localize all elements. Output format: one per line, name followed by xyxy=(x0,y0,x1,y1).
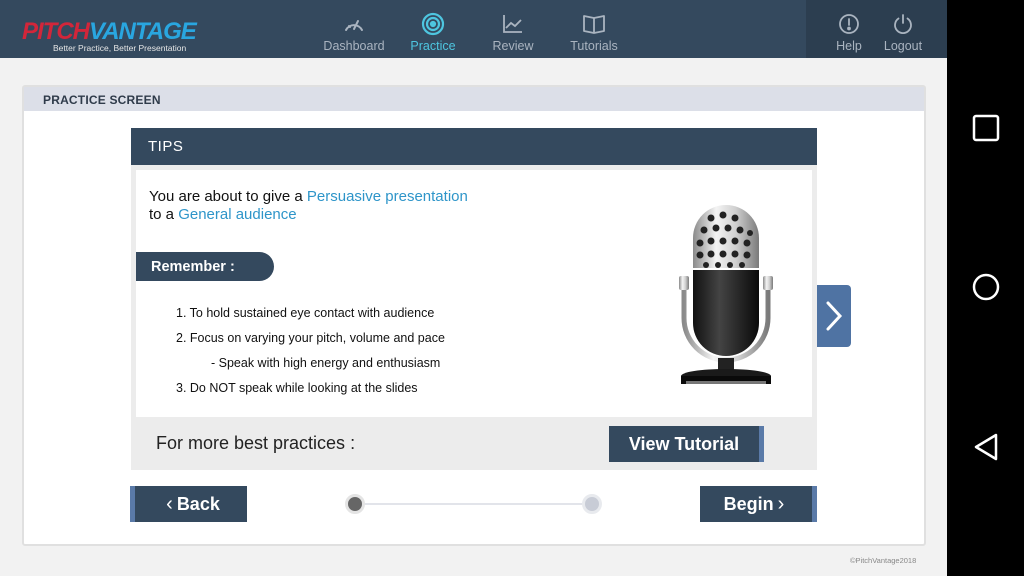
nav-tutorials[interactable]: Tutorials xyxy=(568,0,620,58)
tips-header: TIPS xyxy=(131,128,817,165)
power-icon xyxy=(891,12,915,36)
logout-button[interactable]: Logout xyxy=(882,0,924,58)
chevron-right-icon xyxy=(826,301,843,331)
panel-header: PRACTICE SCREEN xyxy=(24,87,924,111)
copyright: ©PitchVantage2018 xyxy=(850,556,917,565)
nav-dashboard[interactable]: Dashboard xyxy=(323,0,385,58)
step-indicator-current xyxy=(345,494,365,514)
remember-label: Remember : xyxy=(136,252,274,281)
home-icon[interactable] xyxy=(972,273,1000,301)
stepper-track xyxy=(355,503,592,505)
view-tutorial-button[interactable]: View Tutorial xyxy=(609,426,764,462)
tip-subitem: - Speak with high energy and enthusiasm xyxy=(211,356,441,370)
tips-list: 1. To hold sustained eye contact with au… xyxy=(176,306,445,406)
begin-button[interactable]: Begin › xyxy=(700,486,817,522)
back-button[interactable]: ‹ Back xyxy=(130,486,247,522)
nav-review[interactable]: Review xyxy=(490,0,536,58)
help-icon xyxy=(837,12,861,36)
header-utility-area xyxy=(806,0,947,58)
android-nav-bar xyxy=(947,0,1024,576)
next-tip-button[interactable] xyxy=(817,285,851,347)
more-practices-label: For more best practices : xyxy=(156,433,356,453)
tip-item: 3. Do NOT speak while looking at the sli… xyxy=(176,381,418,395)
app: PITCHVANTAGE Better Practice, Better Pre… xyxy=(0,0,947,576)
gauge-icon xyxy=(342,12,366,36)
audience-type: General audience xyxy=(178,206,297,223)
tips-title: TIPS xyxy=(148,138,184,155)
tip-item: 2. Focus on varying your pitch, volume a… xyxy=(176,331,445,345)
presentation-intro: You are about to give a Persuasive prese… xyxy=(149,188,468,223)
presentation-type: Persuasive presentation xyxy=(306,188,468,205)
chevron-left-icon: ‹ xyxy=(166,492,173,515)
book-icon xyxy=(582,12,606,36)
step-indicator-next xyxy=(582,494,602,514)
panel-title: PRACTICE SCREEN xyxy=(43,93,161,107)
microphone-icon xyxy=(666,198,786,393)
top-nav-bar: PITCHVANTAGE Better Practice, Better Pre… xyxy=(0,0,947,58)
logo-wordmark: PITCHVANTAGE xyxy=(22,18,197,45)
logo-tagline: Better Practice, Better Presentation xyxy=(53,43,187,53)
tips-card: You are about to give a Persuasive prese… xyxy=(131,165,817,470)
recent-apps-icon[interactable] xyxy=(972,114,1000,142)
chevron-right-icon: › xyxy=(777,492,785,515)
tips-content: You are about to give a Persuasive prese… xyxy=(136,170,812,417)
target-icon xyxy=(421,12,445,36)
help-button[interactable]: Help xyxy=(834,0,864,58)
pitchvantage-logo: PITCHVANTAGE Better Practice, Better Pre… xyxy=(22,8,202,54)
line-chart-icon xyxy=(501,12,525,36)
nav-practice[interactable]: Practice xyxy=(408,0,458,58)
back-nav-icon[interactable] xyxy=(972,433,1000,461)
tip-item: 1. To hold sustained eye contact with au… xyxy=(176,306,435,320)
